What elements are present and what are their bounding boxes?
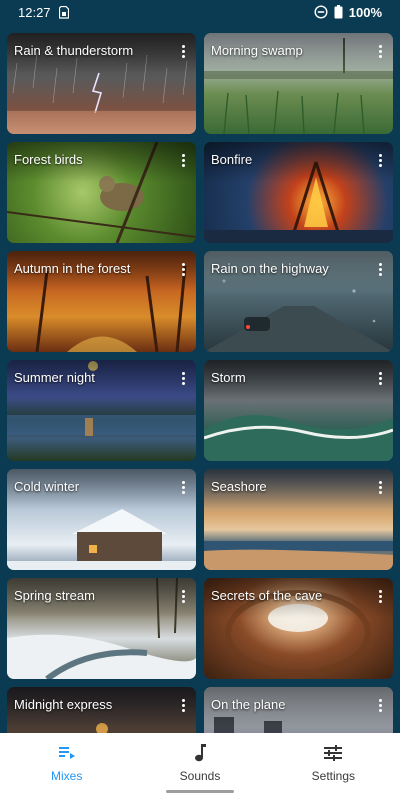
mix-card-storm[interactable]: Storm: [204, 360, 393, 461]
mix-title: Rain & thunderstorm: [14, 43, 134, 58]
battery-percent: 100%: [348, 4, 382, 20]
mix-title: On the plane: [211, 697, 286, 712]
mix-card-bonfire[interactable]: Bonfire: [204, 142, 393, 243]
mix-card-on-the-plane[interactable]: On the plane: [204, 687, 393, 733]
mix-card-morning-swamp[interactable]: Morning swamp: [204, 33, 393, 134]
do-not-disturb-icon: [314, 5, 328, 19]
mix-card-spring-stream[interactable]: Spring stream: [7, 578, 196, 679]
more-options-icon[interactable]: [176, 42, 190, 60]
mix-card-forest-birds[interactable]: Forest birds: [7, 142, 196, 243]
more-options-icon[interactable]: [373, 151, 387, 169]
more-options-icon[interactable]: [176, 478, 190, 496]
mix-card-seashore[interactable]: Seashore: [204, 469, 393, 570]
nav-mixes[interactable]: Mixes: [0, 733, 133, 800]
nav-label: Mixes: [50, 769, 83, 783]
music-note-icon: [194, 743, 206, 763]
more-options-icon[interactable]: [373, 696, 387, 714]
mix-title: Summer night: [14, 370, 95, 385]
mix-title: Seashore: [211, 479, 267, 494]
sliders-icon: [324, 743, 343, 763]
more-options-icon[interactable]: [176, 369, 190, 387]
nav-label: Sounds: [179, 769, 221, 783]
mixes-grid: Rain & thunderstorm Morning swamp Forest…: [7, 33, 393, 733]
home-indicator[interactable]: [166, 790, 234, 793]
more-options-icon[interactable]: [176, 151, 190, 169]
mix-card-rain-highway[interactable]: Rain on the highway: [204, 251, 393, 352]
more-options-icon[interactable]: [373, 42, 387, 60]
more-options-icon[interactable]: [176, 260, 190, 278]
mix-title: Midnight express: [14, 697, 113, 712]
mix-title: Secrets of the cave: [211, 588, 323, 603]
mix-title: Autumn in the forest: [14, 261, 131, 276]
more-options-icon[interactable]: [176, 587, 190, 605]
more-options-icon[interactable]: [176, 696, 190, 714]
more-options-icon[interactable]: [373, 369, 387, 387]
mix-title: Morning swamp: [211, 43, 303, 58]
mix-card-rain-thunderstorm[interactable]: Rain & thunderstorm: [7, 33, 196, 134]
playlist-icon: [58, 743, 75, 763]
mix-card-autumn-forest[interactable]: Autumn in the forest: [7, 251, 196, 352]
mix-title: Bonfire: [211, 152, 253, 167]
more-options-icon[interactable]: [373, 260, 387, 278]
mix-title: Storm: [211, 370, 246, 385]
battery-icon: [334, 5, 343, 19]
mix-title: Rain on the highway: [211, 261, 329, 276]
mix-card-cold-winter[interactable]: Cold winter: [7, 469, 196, 570]
more-options-icon[interactable]: [373, 587, 387, 605]
sim-card-icon: [58, 5, 69, 19]
mix-title: Forest birds: [14, 152, 83, 167]
status-time: 12:27: [18, 4, 51, 20]
nav-label: Settings: [311, 769, 355, 783]
mix-title: Cold winter: [14, 479, 80, 494]
status-bar: 12:27 100%: [0, 0, 400, 24]
mix-card-midnight-express[interactable]: Midnight express: [7, 687, 196, 733]
more-options-icon[interactable]: [373, 478, 387, 496]
mix-card-cave[interactable]: Secrets of the cave: [204, 578, 393, 679]
mix-card-summer-night[interactable]: Summer night: [7, 360, 196, 461]
mix-title: Spring stream: [14, 588, 95, 603]
nav-settings[interactable]: Settings: [267, 733, 400, 800]
